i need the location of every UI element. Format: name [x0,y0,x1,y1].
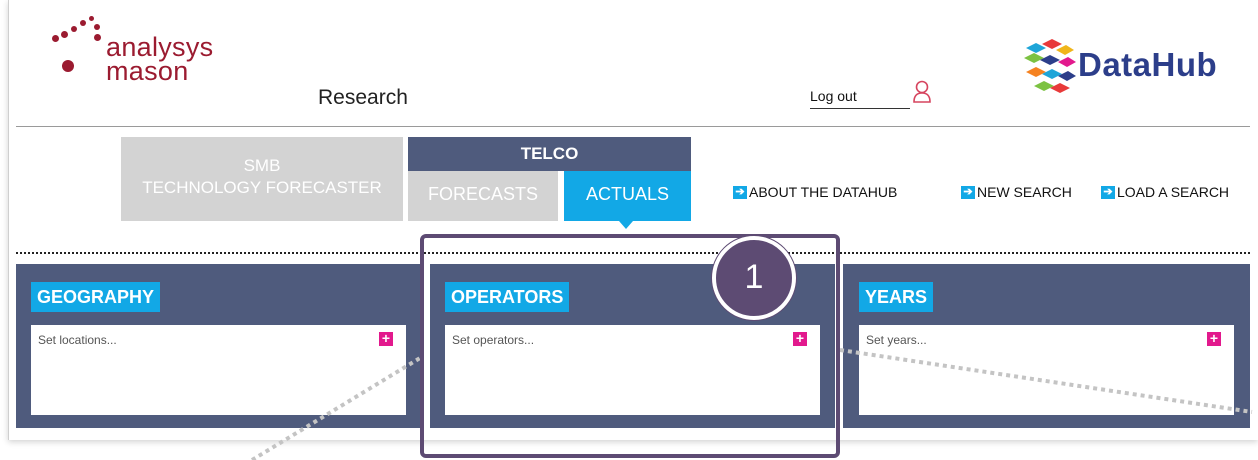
step-badge: 1 [712,236,796,320]
